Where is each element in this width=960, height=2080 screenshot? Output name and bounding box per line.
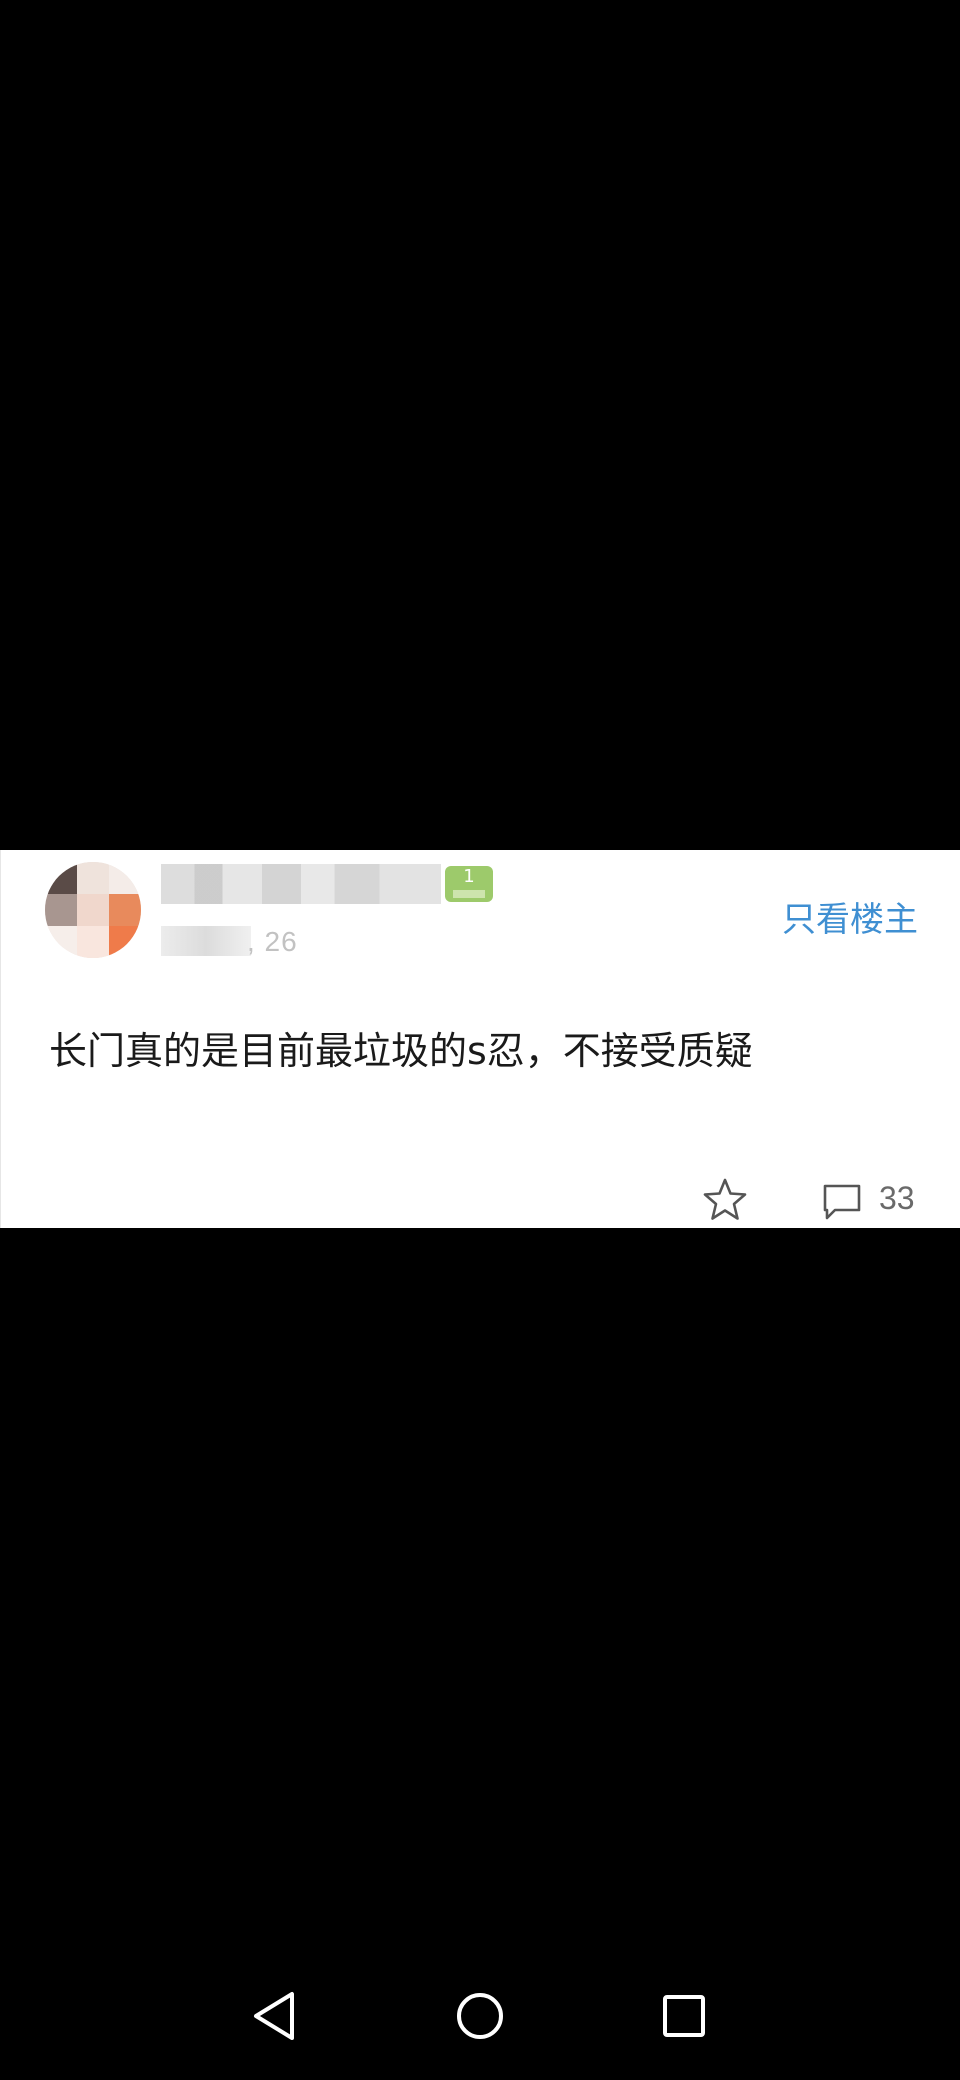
- avatar-pixel: [109, 862, 141, 894]
- avatar-pixel: [109, 894, 141, 926]
- comment-icon[interactable]: [821, 1180, 863, 1222]
- post-meta-text: , 26: [247, 926, 298, 957]
- recent-square-icon[interactable]: [644, 1976, 724, 2056]
- post-meta-blurred: [161, 926, 251, 956]
- screen: 1 , 26 只看楼主 长门真的是目前最垃圾的s忍，不接受质疑 33: [0, 0, 960, 2080]
- star-icon[interactable]: [701, 1176, 749, 1224]
- level-badge: 1: [445, 866, 493, 902]
- system-navigation-bar: [0, 1950, 960, 2080]
- post-content: 长门真的是目前最垃圾的s忍，不接受质疑: [49, 1029, 753, 1073]
- post-card: 1 , 26 只看楼主 长门真的是目前最垃圾的s忍，不接受质疑 33: [0, 850, 960, 1228]
- avatar[interactable]: [45, 862, 141, 958]
- home-circle-icon[interactable]: [440, 1976, 520, 2056]
- avatar-pixel: [109, 926, 141, 958]
- avatar-pixel: [45, 862, 77, 894]
- comment-count[interactable]: 33: [879, 1180, 915, 1217]
- avatar-pixel: [77, 894, 109, 926]
- only-op-button[interactable]: 只看楼主: [782, 892, 918, 941]
- avatar-pixel: [45, 894, 77, 926]
- avatar-pixel: [77, 862, 109, 894]
- username-blurred[interactable]: [161, 864, 441, 904]
- back-triangle-icon[interactable]: [234, 1976, 314, 2056]
- avatar-pixel: [77, 926, 109, 958]
- avatar-pixel: [45, 926, 77, 958]
